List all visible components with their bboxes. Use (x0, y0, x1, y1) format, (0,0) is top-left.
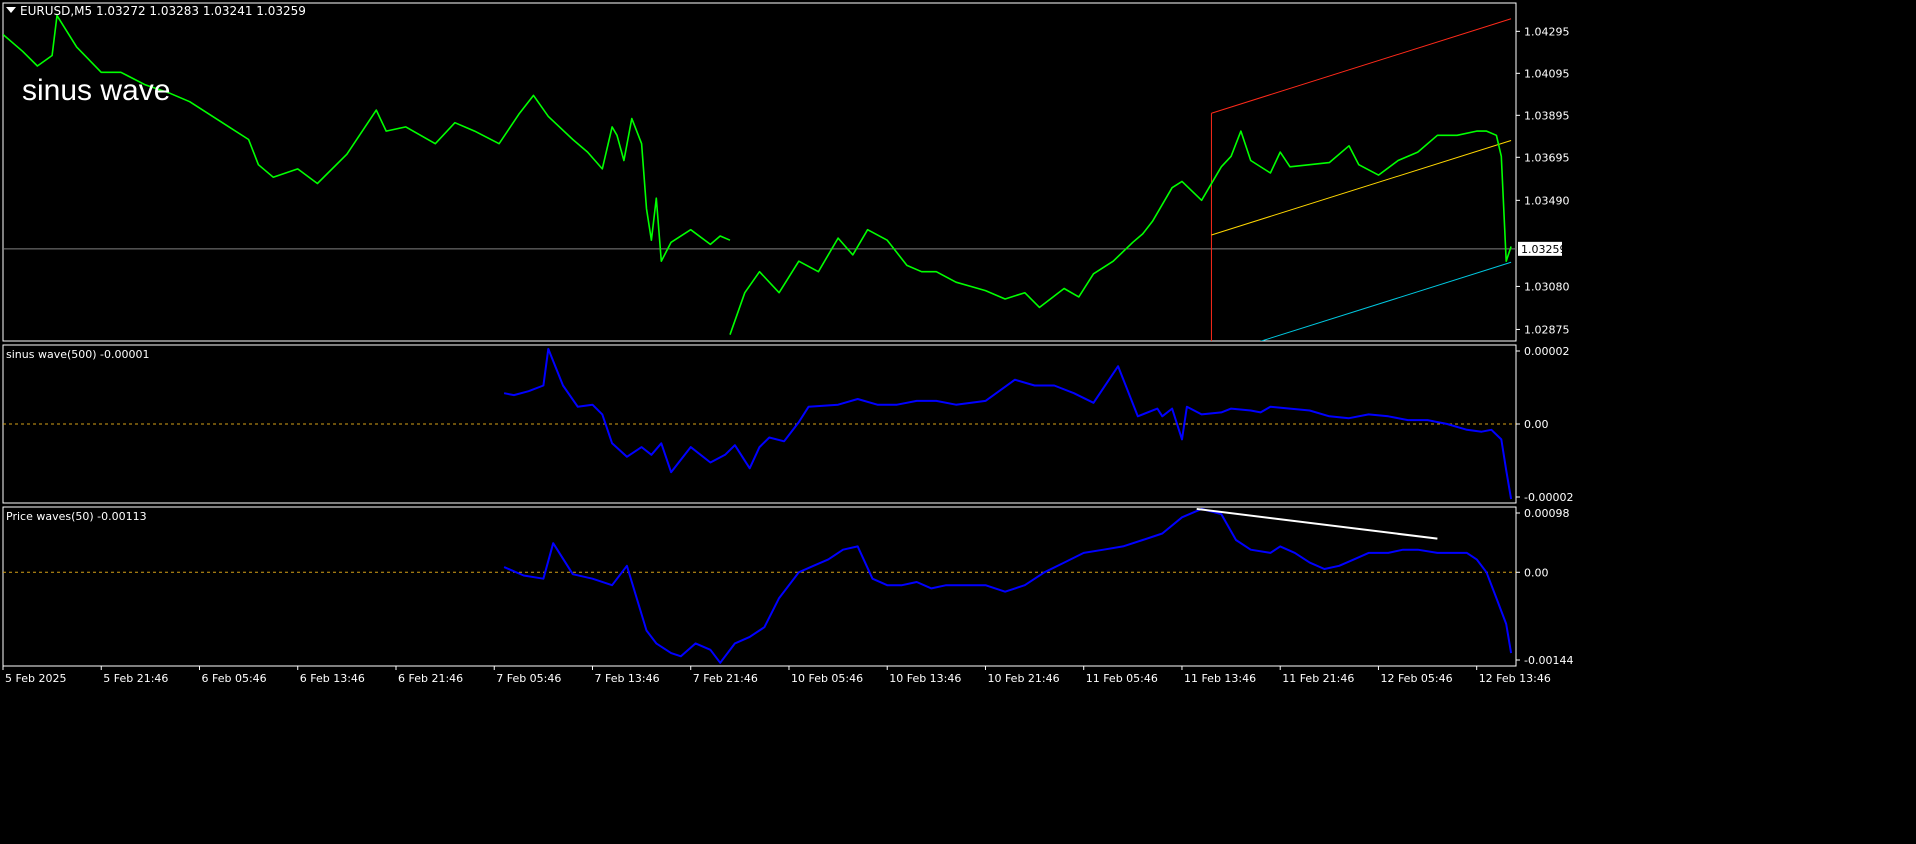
time-tick-label: 6 Feb 05:46 (201, 672, 266, 685)
time-tick-label: 5 Feb 21:46 (103, 672, 168, 685)
indicator-tick-label: 0.00 (1524, 418, 1549, 431)
price-tick-label: 1.04095 (1524, 67, 1570, 80)
collapse-triangle-icon[interactable] (6, 7, 16, 13)
price-tick-label: 1.04295 (1524, 25, 1570, 38)
time-tick-label: 11 Feb 13:46 (1184, 672, 1256, 685)
indicator-tick-label: -0.00002 (1524, 491, 1573, 504)
indicator-title-3: Price waves(50) -0.00113 (6, 510, 147, 523)
symbol-header[interactable]: EURUSD,M5 1.03272 1.03283 1.03241 1.0325… (6, 4, 306, 18)
price-tick-label: 1.02875 (1524, 323, 1570, 336)
time-tick-label: 10 Feb 05:46 (791, 672, 863, 685)
price-tick-label: 1.03490 (1524, 194, 1570, 207)
overlay-label: sinus wave (22, 74, 171, 107)
price-tick-label: 1.03695 (1524, 151, 1570, 164)
time-tick-label: 7 Feb 13:46 (594, 672, 659, 685)
time-tick-label: 12 Feb 13:46 (1479, 672, 1551, 685)
time-tick-label: 5 Feb 2025 (5, 672, 66, 685)
time-tick-label: 10 Feb 21:46 (987, 672, 1059, 685)
time-tick-label: 10 Feb 13:46 (889, 672, 961, 685)
current-price-label: 1.03259 (1521, 243, 1567, 256)
indicator-tick-label: 0.00 (1524, 566, 1549, 579)
time-tick-label: 6 Feb 21:46 (398, 672, 463, 685)
indicator-title-2: sinus wave(500) -0.00001 (6, 348, 150, 361)
background (0, 0, 1916, 840)
time-tick-label: 11 Feb 05:46 (1086, 672, 1158, 685)
chart-canvas[interactable]: 1.04295 1.04095 1.03895 1.03695 1.03490 1.030… (0, 0, 1916, 840)
trading-terminal: 1.04295 1.04095 1.03895 1.03695 1.03490 1.030… (0, 0, 1916, 840)
price-tick-label: 1.03080 (1524, 280, 1570, 293)
time-tick-label: 11 Feb 21:46 (1282, 672, 1354, 685)
symbol-info: EURUSD,M5 1.03272 1.03283 1.03241 1.0325… (20, 4, 306, 18)
price-tick-label: 1.03895 (1524, 109, 1570, 122)
indicator-tick-label: 0.00098 (1524, 507, 1570, 520)
indicator-tick-label: 0.00002 (1524, 345, 1570, 358)
time-tick-label: 6 Feb 13:46 (300, 672, 365, 685)
time-tick-label: 7 Feb 05:46 (496, 672, 561, 685)
indicator-tick-label: -0.00144 (1524, 654, 1573, 667)
time-tick-label: 7 Feb 21:46 (693, 672, 758, 685)
time-tick-label: 12 Feb 05:46 (1380, 672, 1452, 685)
